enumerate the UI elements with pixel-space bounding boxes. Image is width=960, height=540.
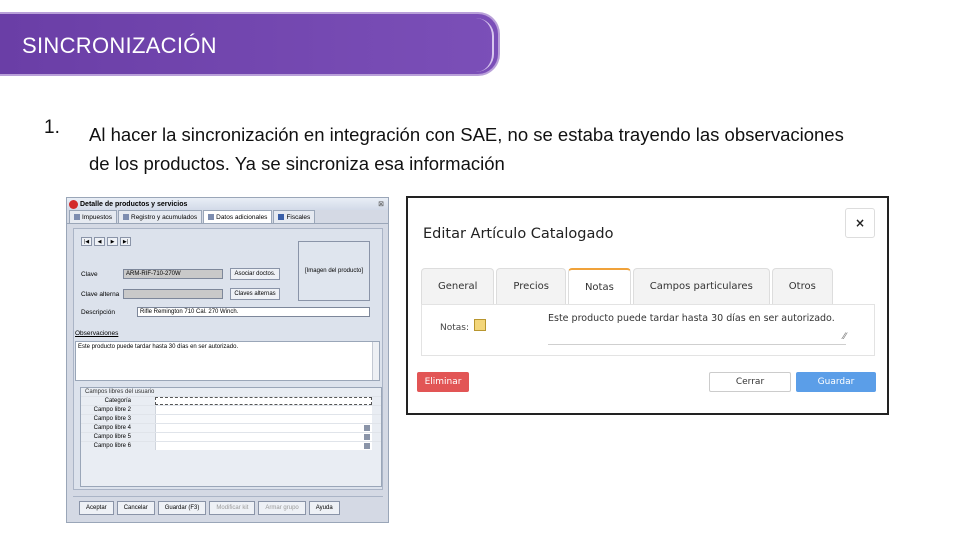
record-navigator: |◀ ◀ ▶ ▶|	[81, 237, 131, 246]
tab-fiscales[interactable]: Fiscales	[273, 210, 316, 223]
row-label: Campo libre 6	[81, 442, 155, 450]
row-label: Categoría	[81, 397, 155, 405]
ayuda-button[interactable]: Ayuda	[308, 501, 340, 515]
window-tabs: Impuestos Registro y acumulados Datos ad…	[67, 210, 388, 224]
window-footer: Aceptar Cancelar Guardar (F3) Modificar …	[73, 496, 383, 518]
descripcion-label: Descripción	[81, 309, 115, 316]
notas-label: Notas:	[440, 323, 470, 333]
notas-text: Este producto puede tardar hasta 30 días…	[548, 313, 835, 324]
tab-registro[interactable]: Registro y acumulados	[118, 210, 203, 223]
edit-article-dialog: Editar Artículo Catalogado × General Pre…	[406, 196, 889, 415]
dialog-tabs: General Precios Notas Campos particulare…	[421, 268, 835, 304]
clave-label: Clave	[81, 271, 98, 278]
tab-label: Impuestos	[82, 213, 112, 221]
point-number: 1.	[44, 117, 60, 138]
calendar-icon[interactable]	[364, 434, 370, 440]
slide-title: SINCRONIZACIÓN	[22, 33, 217, 58]
first-record-button[interactable]: |◀	[81, 237, 92, 246]
observaciones-textarea[interactable]: Este producto puede tardar hasta 30 días…	[75, 341, 380, 381]
row-value[interactable]	[155, 406, 372, 414]
prev-record-button[interactable]: ◀	[94, 237, 105, 246]
eliminar-button[interactable]: Eliminar	[417, 372, 469, 392]
guardar-f3-button[interactable]: Guardar (F3)	[157, 501, 207, 515]
window-titlebar: Detalle de productos y servicios ⊠	[67, 198, 388, 210]
window-title: Detalle de productos y servicios	[80, 200, 188, 208]
table-row[interactable]: Categoría	[81, 396, 381, 405]
product-image-placeholder[interactable]: [Imagen del producto]	[298, 241, 370, 301]
table-row[interactable]: Campo libre 4	[81, 423, 381, 432]
asociar-doctos-button[interactable]: Asociar doctos.	[230, 268, 280, 280]
dialog-title: Editar Artículo Catalogado	[423, 226, 614, 242]
table-row[interactable]: Campo libre 5	[81, 432, 381, 441]
tab-otros[interactable]: Otros	[771, 268, 833, 304]
title-banner: SINCRONIZACIÓN	[0, 12, 500, 76]
row-label: Campo libre 3	[81, 415, 155, 423]
calendar-icon[interactable]	[364, 443, 370, 449]
table-row[interactable]: Campo libre 2	[81, 405, 381, 414]
tab-label: Fiscales	[286, 213, 311, 221]
armar-grupo-button: Armar grupo	[258, 501, 306, 515]
product-detail-window: Detalle de productos y servicios ⊠ Impue…	[66, 197, 389, 523]
tab-general[interactable]: General	[421, 268, 495, 304]
table-row[interactable]: Campo libre 3	[81, 414, 381, 423]
row-value[interactable]	[155, 442, 372, 450]
observaciones-text: Este producto puede tardar hasta 30 días…	[78, 344, 239, 350]
guardar-button[interactable]: Guardar	[796, 372, 876, 392]
tab-campos-particulares[interactable]: Campos particulares	[632, 268, 770, 304]
tab-icon	[123, 214, 129, 220]
notas-panel: Notas: Este producto puede tardar hasta …	[421, 304, 875, 356]
app-icon	[69, 199, 78, 209]
tab-notas[interactable]: Notas	[567, 268, 631, 304]
clave-field[interactable]: ARM-RIF-710-270W	[123, 269, 223, 279]
slide: SINCRONIZACIÓN 1. Al hacer la sincroniza…	[0, 0, 960, 540]
clave-alterna-field[interactable]	[123, 289, 223, 299]
tab-precios[interactable]: Precios	[496, 268, 566, 304]
last-record-button[interactable]: ▶|	[120, 237, 131, 246]
calendar-icon[interactable]	[364, 425, 370, 431]
row-value[interactable]	[155, 397, 372, 405]
tab-datos-adicionales[interactable]: Datos adicionales	[203, 210, 273, 223]
descripcion-field[interactable]: Rifle Remington 710 Cal. 270 Winch.	[137, 307, 370, 317]
claves-alternas-button[interactable]: Claves alternas	[230, 288, 280, 300]
point-text: Al hacer la sincronización en integració…	[89, 124, 844, 174]
row-label: Campo libre 5	[81, 433, 155, 441]
observaciones-label: Observaciones	[75, 330, 119, 337]
cancelar-button[interactable]: Cancelar	[116, 501, 155, 515]
datos-panel: |◀ ◀ ▶ ▶| Clave ARM-RIF-710-270W Asociar…	[73, 228, 383, 490]
row-label: Campo libre 2	[81, 406, 155, 414]
notas-textarea[interactable]: Este producto puede tardar hasta 30 días…	[548, 313, 846, 345]
table-row[interactable]: Campo libre 6	[81, 441, 381, 450]
tab-impuestos[interactable]: Impuestos	[69, 210, 117, 223]
row-value[interactable]	[155, 415, 372, 423]
campos-libres-grid: Campos libres del usuario Categoría Camp…	[80, 387, 382, 487]
close-icon[interactable]: ×	[845, 208, 875, 238]
tab-label: Registro y acumulados	[131, 213, 198, 221]
resize-handle-icon[interactable]: ⁄⁄	[843, 332, 846, 342]
row-value[interactable]	[155, 424, 372, 432]
clave-alterna-label: Clave alterna	[81, 291, 120, 298]
campos-libres-title: Campos libres del usuario	[85, 389, 155, 395]
note-icon[interactable]	[474, 319, 486, 331]
next-record-button[interactable]: ▶	[107, 237, 118, 246]
tab-label: Datos adicionales	[216, 213, 268, 221]
tab-icon	[208, 214, 215, 220]
tab-icon	[74, 214, 80, 220]
observaciones-scrollbar[interactable]	[372, 342, 379, 380]
modificar-kit-button: Modificar kit	[209, 501, 256, 515]
cerrar-button[interactable]: Cerrar	[709, 372, 791, 392]
row-label: Campo libre 4	[81, 424, 155, 432]
close-icon[interactable]: ⊠	[378, 200, 384, 208]
aceptar-button[interactable]: Aceptar	[79, 501, 114, 515]
tab-icon	[278, 214, 285, 220]
row-value[interactable]	[155, 433, 372, 441]
